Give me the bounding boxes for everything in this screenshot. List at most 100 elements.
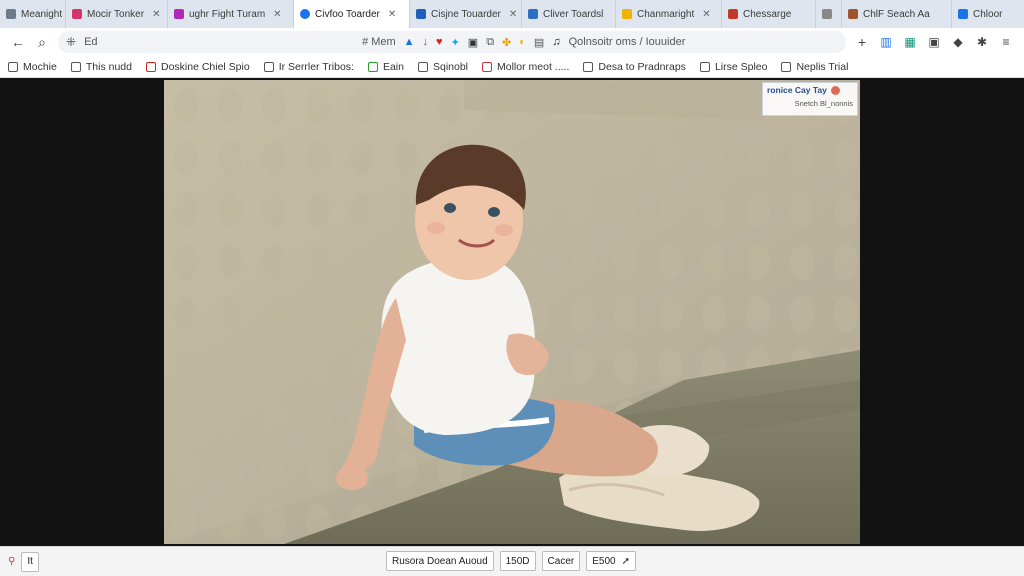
bookmark-0[interactable]: Mochie bbox=[8, 61, 57, 73]
address-apps-icon: ⁜ bbox=[66, 35, 77, 49]
back-icon[interactable]: ← bbox=[6, 30, 30, 54]
youtube-icon bbox=[145, 61, 156, 72]
tab-label: Cliver Toardsl bbox=[543, 8, 604, 20]
bookmark-8[interactable]: Lirse Spleo bbox=[699, 60, 768, 73]
address-left-text: Ed bbox=[84, 36, 98, 48]
tab-2[interactable]: ughr Fight Turam ✕ bbox=[168, 0, 294, 28]
translate-icon[interactable]: ▦ bbox=[898, 30, 922, 54]
moon-icon[interactable]: ◐ bbox=[519, 36, 526, 48]
mem-chip[interactable]: # Mem bbox=[362, 36, 396, 48]
tab-favicon-icon bbox=[528, 9, 538, 19]
tab-7[interactable]: Chessarge bbox=[722, 0, 816, 28]
puzzle-icon[interactable]: ✱ bbox=[970, 30, 994, 54]
photo-illustration bbox=[164, 80, 860, 544]
download-icon[interactable]: ↓ bbox=[423, 36, 429, 48]
bookmark-7[interactable]: Desa to Pradnraps bbox=[583, 61, 686, 73]
bookmark-label: Doskine Chiel Spio bbox=[160, 60, 250, 73]
extension-icon[interactable]: ▣ bbox=[468, 36, 478, 49]
tab-8[interactable] bbox=[816, 0, 842, 28]
tab-label: Chanmaright bbox=[637, 8, 695, 20]
watermark-badge[interactable]: ronice Cay Tay Snetch Bl_nonnis bbox=[762, 82, 858, 116]
tab-10[interactable]: Chloor bbox=[952, 0, 1024, 28]
tab-5[interactable]: Cliver Toardsl bbox=[522, 0, 616, 28]
send-icon[interactable]: ◆ bbox=[946, 30, 970, 54]
tab-favicon-icon bbox=[300, 9, 310, 19]
bookmark-label: Mochie bbox=[23, 60, 57, 73]
bookmark-6[interactable]: Mollor meot ..... bbox=[482, 61, 569, 73]
tab-label: Chloor bbox=[973, 8, 1003, 20]
tab-3-active[interactable]: Civfoo Toarder ✕ bbox=[294, 0, 410, 28]
grid-icon bbox=[417, 61, 428, 72]
tab-close-icon[interactable]: ✕ bbox=[273, 9, 281, 20]
reader-icon[interactable]: ▥ bbox=[874, 30, 898, 54]
screenshot-icon[interactable]: ▣ bbox=[922, 30, 946, 54]
tab-9[interactable]: ChlF Seach Aa bbox=[842, 0, 952, 28]
status-left-box[interactable]: It bbox=[21, 551, 39, 572]
tab-favicon-icon bbox=[822, 9, 832, 19]
status-item-0[interactable]: Rusora Doean Auoud bbox=[386, 551, 494, 571]
tab-6[interactable]: Chanmaright ✕ bbox=[616, 0, 722, 28]
tab-0[interactable]: Meanight˅ bbox=[0, 0, 66, 28]
document-icon bbox=[70, 61, 81, 72]
status-item-3[interactable]: E500 ➚ bbox=[586, 551, 636, 571]
status-item-2[interactable]: Cacer bbox=[541, 551, 581, 571]
drive-icon[interactable]: ▲ bbox=[404, 36, 415, 48]
bookmark-2[interactable]: Doskine Chiel Spio bbox=[145, 60, 250, 73]
menu-icon[interactable]: ≡ bbox=[994, 30, 1018, 54]
home-icon bbox=[8, 61, 18, 72]
page-viewport: ronice Cay Tay Snetch Bl_nonnis bbox=[0, 78, 1024, 546]
tab-label: Meanight bbox=[21, 8, 63, 20]
heart-icon[interactable]: ♥ bbox=[436, 36, 443, 48]
bookmark-9[interactable]: Neplis Trial bbox=[781, 61, 848, 73]
tab-close-icon[interactable]: ✕ bbox=[509, 9, 517, 20]
tab-favicon-icon bbox=[848, 9, 858, 19]
bookmark-4[interactable]: Eain bbox=[367, 60, 404, 73]
tab-favicon-icon bbox=[622, 9, 632, 19]
tab-4[interactable]: Cisjne Touarder ✕ bbox=[410, 0, 522, 28]
tab-bar: Meanight˅ Mocir Tonker ✕ ughr Fight Turam… bbox=[0, 0, 1024, 28]
music-icon[interactable]: ♫ bbox=[552, 36, 560, 48]
search-icon[interactable]: ⌕ bbox=[30, 30, 54, 54]
image-icon bbox=[699, 61, 710, 72]
address-url-text: Qolnsoitr oms / Iouuider bbox=[568, 36, 686, 48]
tab-favicon-icon bbox=[72, 9, 82, 19]
tab-favicon-icon bbox=[174, 9, 184, 19]
bookmark-3[interactable]: Ir Serrler Tribos: bbox=[263, 60, 354, 73]
twitter-icon[interactable]: ✦ bbox=[451, 36, 460, 49]
tab-1[interactable]: Mocir Tonker ✕ bbox=[66, 0, 168, 28]
cursor-icon: ➚ bbox=[621, 555, 630, 567]
tab-label: Mocir Tonker bbox=[87, 8, 145, 20]
tab-close-icon[interactable]: ✕ bbox=[702, 9, 710, 20]
bookmark-label: Neplis Trial bbox=[796, 60, 849, 73]
status-center: Rusora Doean Auoud 150D Cacer E500 ➚ bbox=[386, 551, 636, 571]
tab-label: Chessarge bbox=[743, 8, 792, 20]
tab-favicon-icon bbox=[958, 9, 968, 19]
tab-close-icon[interactable]: ✕ bbox=[152, 9, 160, 20]
address-bar[interactable]: ⁜ Ed # Mem ▲ ↓ ♥ ✦ ▣ ⧉ ✤ ◐ ▤ ♫ Qolnsoitr … bbox=[58, 31, 846, 53]
watermark-icon bbox=[830, 85, 840, 95]
bookmark-label: Ir Serrler Tribos: bbox=[278, 60, 354, 73]
record-icon bbox=[482, 61, 493, 72]
bookmark-label: Mollor meot ..... bbox=[497, 60, 570, 73]
status-item-1[interactable]: 150D bbox=[499, 551, 536, 571]
bookmark-label: Sqinobl bbox=[432, 60, 469, 73]
color-picker-icon[interactable]: ✤ bbox=[502, 36, 511, 49]
pin-icon bbox=[263, 61, 274, 72]
tab-label: Cisjne Touarder bbox=[431, 8, 501, 20]
bookmark-label: Lirse Spleo bbox=[714, 60, 768, 73]
baby-photo: ronice Cay Tay Snetch Bl_nonnis bbox=[164, 80, 860, 544]
alert-icon[interactable]: ⚲ bbox=[8, 556, 15, 567]
bookmark-label: Desa to Pradnraps bbox=[598, 60, 686, 73]
tab-close-icon[interactable]: ✕ bbox=[388, 9, 396, 20]
bookmark-label: This nudd bbox=[85, 60, 132, 73]
calendar-icon[interactable]: ▤ bbox=[534, 36, 544, 49]
bookmark-label: Eain bbox=[382, 60, 404, 73]
tab-label: ChlF Seach Aa bbox=[863, 8, 930, 20]
bookmark-1[interactable]: This nudd bbox=[70, 60, 132, 73]
chat-icon bbox=[367, 61, 378, 72]
share-icon[interactable]: ⧉ bbox=[486, 36, 494, 49]
bookmark-5[interactable]: Sqinobl bbox=[417, 60, 469, 73]
watermark-subtitle: Snetch Bl_nonnis bbox=[794, 99, 853, 108]
add-icon[interactable]: + bbox=[850, 30, 874, 54]
tab-label: ughr Fight Turam bbox=[189, 8, 266, 20]
